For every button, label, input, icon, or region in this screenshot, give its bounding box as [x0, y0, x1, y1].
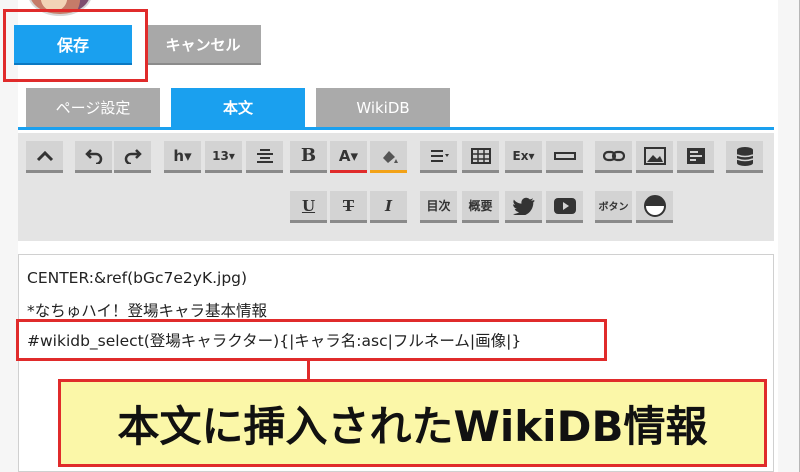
cancel-button[interactable]: キャンセル — [145, 25, 261, 63]
tab-body[interactable]: 本文 — [171, 88, 305, 128]
editor-line: CENTER:&ref(bGc7e2yK.jpg) — [27, 269, 248, 287]
youtube-icon[interactable] — [546, 191, 583, 223]
tab-underline — [18, 127, 774, 130]
outline-button[interactable]: 概要 — [462, 191, 499, 223]
twitter-icon[interactable] — [505, 191, 542, 223]
button-button[interactable]: ボタン — [595, 191, 632, 223]
callout-connector — [307, 361, 310, 379]
font-size-icon[interactable]: 13▾ — [205, 141, 242, 173]
heading-icon[interactable]: h▾ — [164, 141, 201, 173]
underline-icon[interactable]: U — [290, 191, 327, 223]
strikethrough-icon[interactable]: T — [330, 191, 367, 223]
list-icon[interactable] — [420, 141, 457, 173]
collapse-icon[interactable] — [26, 141, 63, 173]
tab-page-settings[interactable]: ページ設定 — [26, 88, 160, 128]
table-icon[interactable] — [462, 141, 499, 173]
horizontal-rule-icon[interactable] — [546, 141, 583, 173]
layout-icon[interactable] — [677, 141, 714, 173]
save-highlight-box — [3, 9, 148, 82]
toc-button[interactable]: 目次 — [420, 191, 457, 223]
image-icon[interactable] — [636, 141, 673, 173]
undo-icon[interactable] — [75, 141, 112, 173]
editor-toolbar: h▾ 13▾ B A▾ Ex▾ U T I 目次 概要 ボタン — [18, 133, 774, 241]
bold-icon[interactable]: B — [290, 141, 327, 173]
annotation-callout: 本文に挿入されたWikiDB情報 — [58, 379, 767, 467]
wikidb-line-highlight-box — [16, 319, 607, 361]
extension-icon[interactable]: Ex▾ — [505, 141, 542, 173]
highlight-icon[interactable] — [370, 141, 407, 173]
half-circle-icon[interactable] — [636, 191, 673, 223]
tab-bar: ページ設定 本文 WikiDB — [26, 88, 774, 128]
database-icon[interactable] — [726, 141, 763, 173]
italic-icon[interactable]: I — [370, 191, 407, 223]
editor-line: *なちゅハイ！登場キャラ基本情報 — [27, 302, 267, 320]
tab-wikidb[interactable]: WikiDB — [316, 88, 450, 128]
text-color-icon[interactable]: A▾ — [330, 141, 367, 173]
link-icon[interactable] — [595, 141, 632, 173]
align-icon[interactable] — [246, 141, 283, 173]
redo-icon[interactable] — [114, 141, 151, 173]
